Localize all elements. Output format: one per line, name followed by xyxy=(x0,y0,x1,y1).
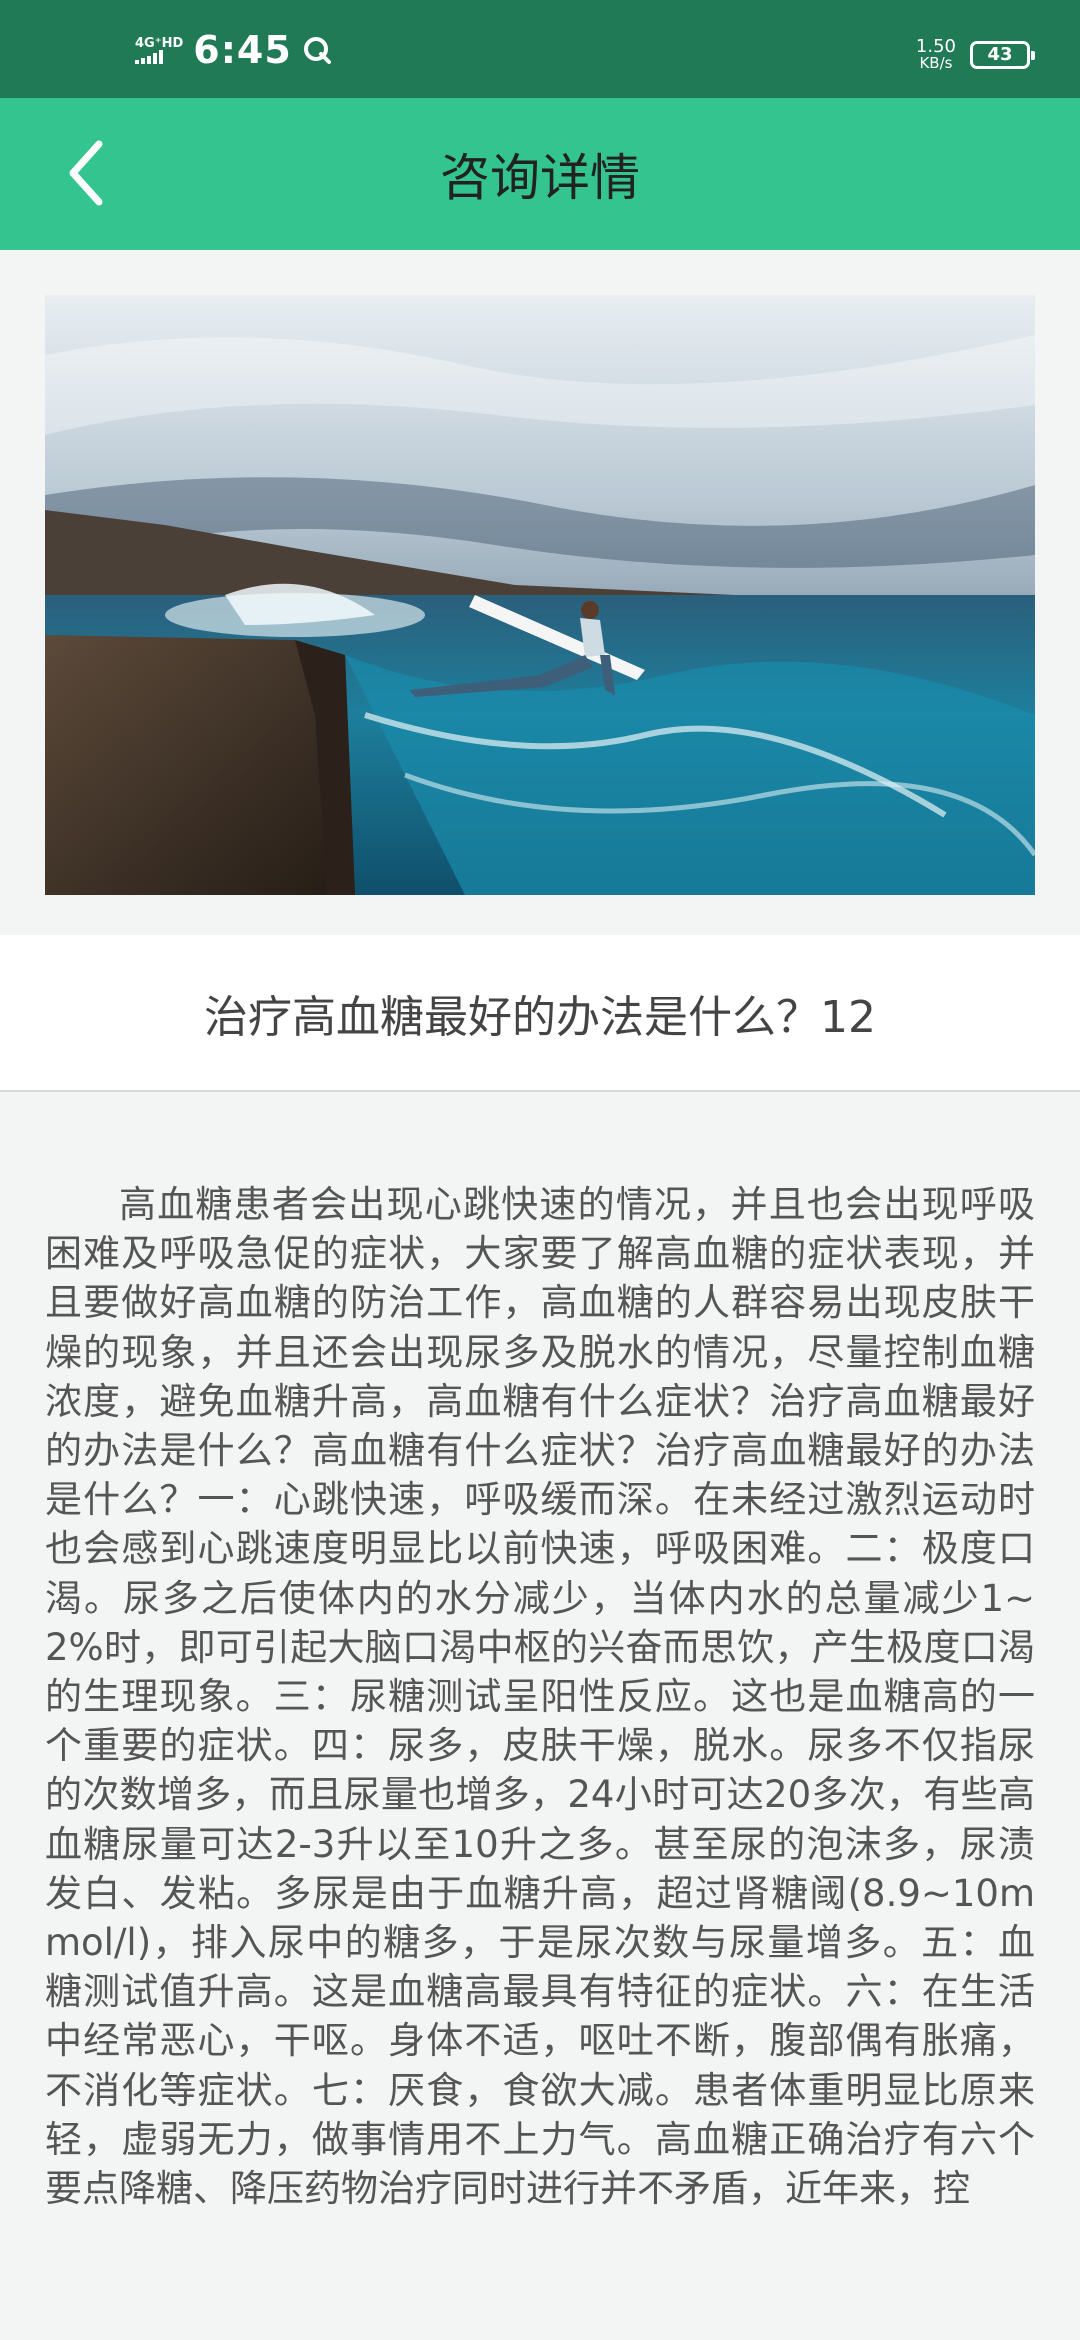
status-right: 1.50 KB/s 43 xyxy=(916,38,1035,71)
app-header: 咨询详情 xyxy=(0,98,1080,250)
notification-q-icon xyxy=(303,37,331,64)
battery-icon: 43 xyxy=(970,40,1035,69)
network-indicator: 4G⁺HD xyxy=(135,37,183,64)
article-paragraph: 高血糖患者会出现心跳快速的情况，并且也会出现呼吸困难及呼吸急促的症状，大家要了解… xyxy=(45,1183,1035,2211)
back-button[interactable] xyxy=(50,138,120,208)
article-title-bar: 治疗高血糖最好的办法是什么？12 xyxy=(0,935,1080,1092)
article-body: 高血糖患者会出现心跳快速的情况，并且也会出现呼吸困难及呼吸急促的症状，大家要了解… xyxy=(45,1180,1035,2340)
surf-photo xyxy=(45,295,1035,895)
network-label: 4G⁺HD xyxy=(135,35,184,51)
signal-icon xyxy=(135,49,163,64)
network-speed: 1.50 KB/s xyxy=(916,38,956,71)
status-left: 4G⁺HD 6:45 xyxy=(135,28,332,72)
article-title: 治疗高血糖最好的办法是什么？12 xyxy=(204,991,876,1043)
battery-level: 43 xyxy=(987,44,1013,65)
speed-unit: KB/s xyxy=(919,54,953,72)
clock: 6:45 xyxy=(193,28,292,72)
status-bar: 4G⁺HD 6:45 1.50 KB/s 43 xyxy=(0,0,1080,98)
chevron-left-icon xyxy=(69,140,103,206)
page-title: 咨询详情 xyxy=(440,149,640,207)
hero-image xyxy=(45,295,1035,895)
